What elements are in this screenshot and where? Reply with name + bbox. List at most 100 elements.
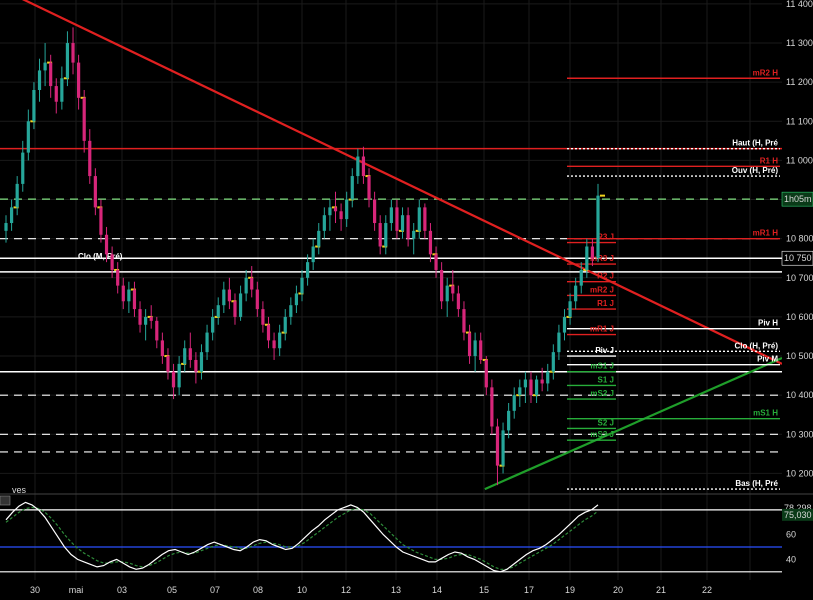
candle-body	[412, 230, 416, 239]
date-tick-label: mai	[69, 585, 84, 595]
date-tick-label: 08	[253, 585, 263, 595]
candle-body	[557, 332, 561, 353]
date-tick-label: 20	[613, 585, 623, 595]
candle-body	[451, 285, 455, 294]
candle-body	[462, 309, 466, 333]
price-tick-label: 11 000	[786, 155, 813, 165]
candle-body	[222, 289, 226, 306]
candle-body	[507, 410, 511, 431]
candle-body	[227, 289, 231, 302]
candle-body	[199, 352, 204, 372]
candle-body	[43, 62, 47, 71]
date-tick-label: 21	[656, 585, 666, 595]
candle-body	[283, 316, 287, 333]
candle-body	[339, 211, 343, 220]
candle-body	[60, 78, 64, 102]
level-label: mR2 J	[590, 285, 614, 294]
date-tick-label: 10	[297, 585, 307, 595]
candle-body	[93, 176, 97, 208]
candle-body	[400, 215, 405, 231]
level-label: Ouv (H, Pré)	[732, 166, 779, 175]
candle-body	[534, 379, 539, 396]
candle-body	[138, 309, 142, 325]
candle-body	[551, 352, 555, 372]
candle-body	[317, 230, 321, 247]
candle-body	[255, 289, 259, 310]
candle-body	[361, 156, 366, 177]
candle-body	[305, 262, 310, 278]
candle-body	[188, 348, 192, 360]
candle-body	[121, 285, 125, 302]
candle-body	[585, 246, 589, 270]
candle-body	[445, 285, 449, 302]
level-label: R3 J	[597, 233, 614, 242]
level-label: S2 J	[598, 418, 614, 427]
level-label: mS3 J	[590, 430, 614, 439]
candle-body	[373, 199, 377, 224]
price-tick-label: 10 500	[786, 351, 813, 361]
date-tick-label: 19	[565, 585, 575, 595]
price-tick-label: 10 200	[786, 468, 813, 478]
candle-body	[590, 246, 595, 259]
panel-toggle-icon	[0, 495, 11, 506]
candle-body	[250, 277, 254, 290]
date-tick-label: 03	[117, 585, 127, 595]
candle-body	[406, 215, 410, 239]
candle-body	[160, 340, 164, 357]
level-label: mS2 J	[590, 389, 614, 398]
price-tick-label: 11 400	[786, 0, 813, 9]
candle-body	[311, 246, 315, 263]
level-label: Piv J	[595, 346, 614, 355]
candle-body	[579, 269, 583, 286]
candle-body	[562, 316, 567, 333]
level-label: S1 J	[598, 375, 614, 384]
level-label: Haut (H, Pré	[732, 139, 778, 148]
candle-body	[540, 379, 544, 384]
candle-body	[434, 254, 438, 270]
candle-body	[428, 230, 433, 255]
candle-body	[272, 340, 276, 349]
date-tick-label: 07	[210, 585, 220, 595]
candle-body	[484, 359, 488, 388]
level-label: R2 J	[597, 272, 614, 281]
level-label: Piv M	[757, 355, 778, 364]
level-label: R1 J	[597, 299, 614, 308]
candle-body	[21, 152, 25, 184]
candle-body	[495, 426, 500, 466]
price-tick-label: 10 400	[786, 390, 813, 400]
price-badge-text: 1h05m	[784, 194, 812, 204]
level-label: Clo (H, Pré)	[734, 341, 778, 350]
candle-body	[116, 269, 120, 286]
candle-body	[473, 340, 477, 357]
date-tick-label: 17	[524, 585, 534, 595]
candle-body	[110, 254, 114, 270]
candle-body	[322, 215, 326, 231]
price-tick-label: 10 600	[786, 312, 813, 322]
price-chart-svg: mR2 H Haut (H, Pré R1 HOuv (H, Pré) mR1 H R3…	[0, 0, 813, 600]
candle-body	[177, 363, 181, 388]
candle-body	[479, 340, 483, 360]
candle-body	[294, 293, 299, 306]
level-label: mS1 J	[590, 362, 614, 371]
candle-body	[65, 43, 70, 79]
level-label: R1 H	[760, 156, 778, 165]
oscillator-readout: 75,030	[784, 510, 812, 520]
candle-body	[49, 62, 53, 87]
candle-body	[378, 223, 382, 247]
candle-body	[266, 324, 271, 341]
candle-body	[350, 176, 354, 200]
trendline	[21, 0, 783, 365]
candle-body	[54, 86, 58, 102]
candle-body	[389, 207, 393, 224]
trading-chart: mR2 H Haut (H, Pré R1 H Ouv (H, Pré) mR1 H R3…	[0, 0, 813, 600]
candle-body	[155, 320, 159, 341]
candle-body	[423, 207, 427, 231]
candle-body	[15, 183, 19, 208]
candle-body	[289, 305, 293, 317]
candle-body	[37, 70, 42, 90]
price-tick-label: 10 300	[786, 429, 813, 439]
candle-body	[546, 371, 550, 384]
candle-body	[183, 348, 187, 364]
candle-body	[501, 430, 505, 466]
candle-body	[384, 223, 388, 247]
